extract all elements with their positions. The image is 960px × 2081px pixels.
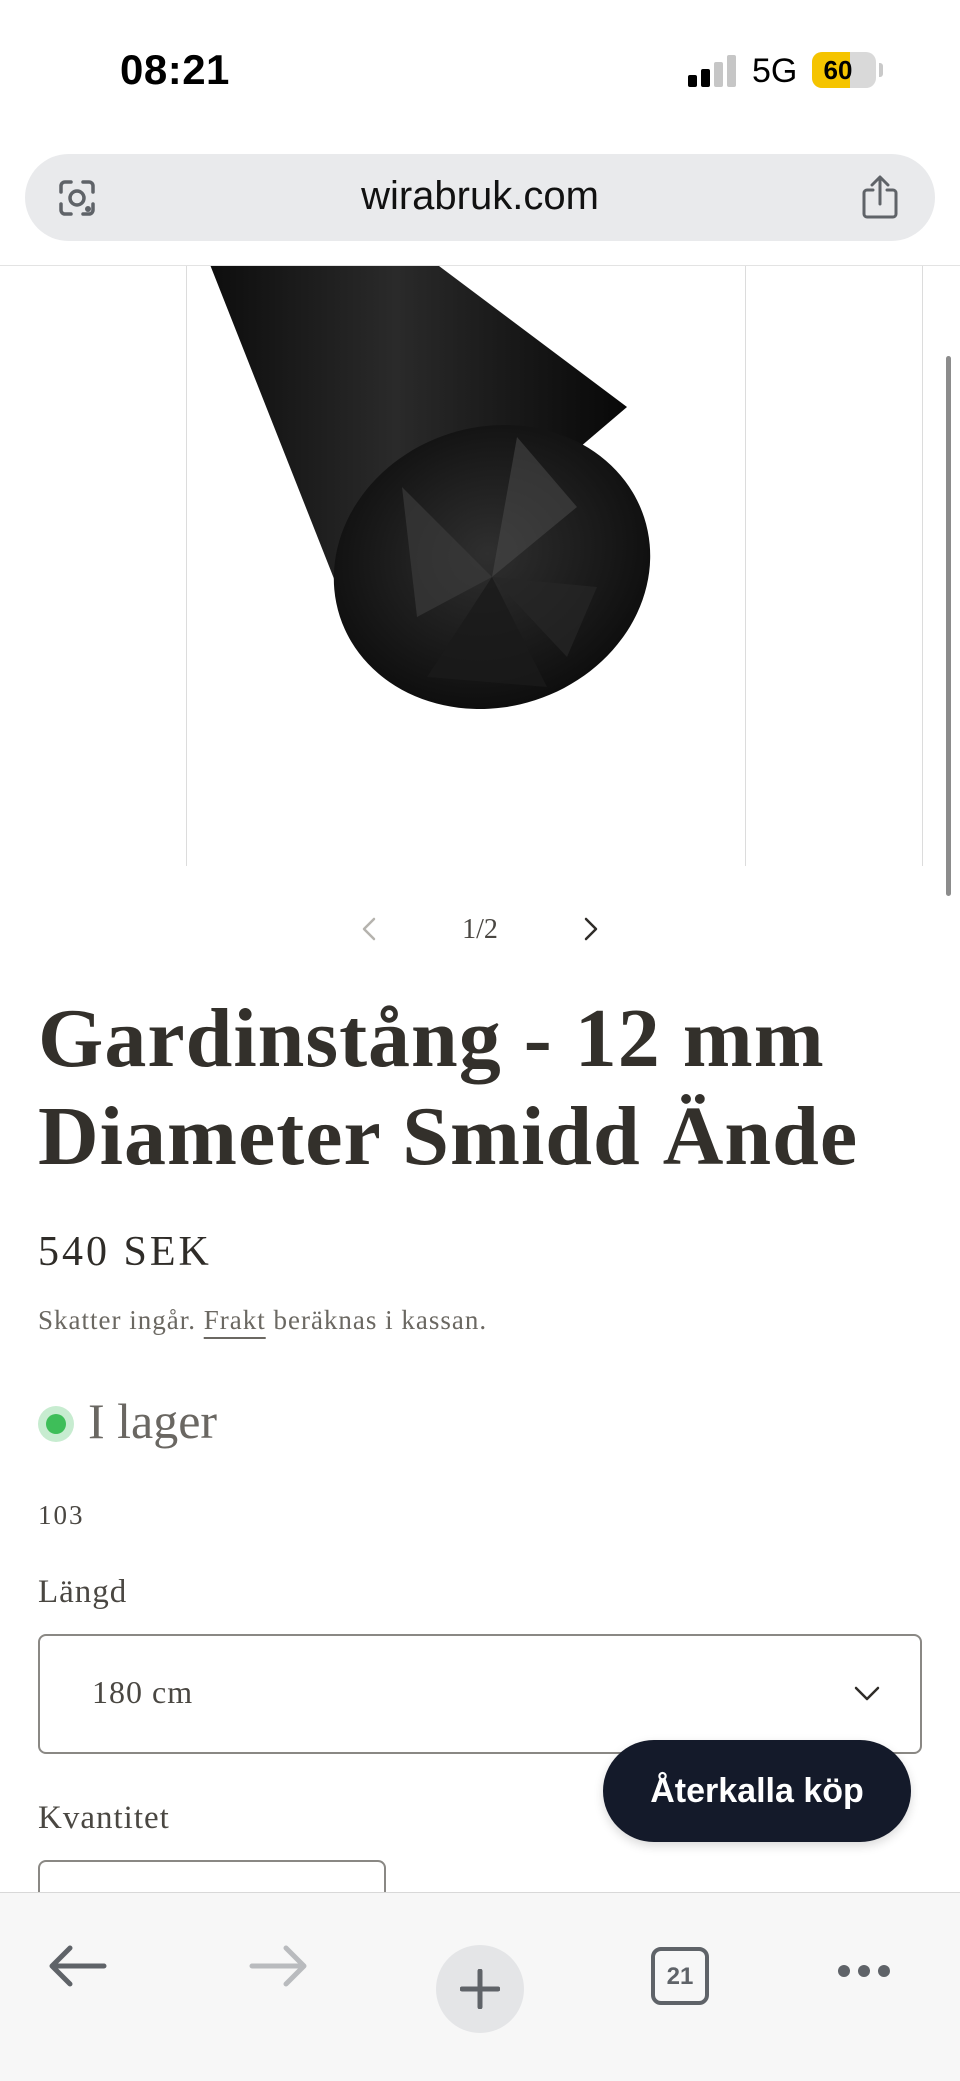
next-image-peek[interactable] — [922, 266, 960, 866]
tab-count: 21 — [666, 1963, 694, 1990]
battery-level: 60 — [823, 55, 853, 85]
product-title: Gardinstång - 12 mm Diameter Smidd Ände — [38, 992, 859, 1183]
signal-icon — [688, 55, 736, 87]
browser-toolbar: 21 — [0, 1892, 960, 2081]
product-sku: 103 — [38, 1500, 85, 1530]
slider-controls: 1/2 — [0, 900, 960, 960]
curtain-rod-image — [187, 266, 745, 866]
slide-counter: 1/2 — [462, 914, 498, 945]
battery-nub — [879, 63, 883, 77]
clock: 08:21 — [120, 46, 230, 93]
tax-note: Skatter ingår. Frakt beräknas i kassan. — [38, 1305, 487, 1336]
more-icon[interactable] — [836, 1963, 892, 1979]
scroll-indicator[interactable] — [946, 356, 951, 896]
quantity-label: Kvantitet — [38, 1800, 170, 1836]
stock-status-text: I lager — [88, 1393, 218, 1449]
back-arrow-icon[interactable] — [46, 1943, 108, 1989]
product-image[interactable] — [186, 266, 746, 866]
tax-suffix: beräknas i kassan. — [273, 1305, 488, 1335]
address-bar[interactable]: wirabruk.com — [25, 154, 935, 241]
new-tab-button[interactable] — [436, 1945, 524, 2033]
url-text[interactable]: wirabruk.com — [25, 174, 935, 219]
battery-icon: 60 — [812, 52, 876, 88]
status-bar: 08:21 5G 60 — [0, 0, 960, 140]
plus-icon — [460, 1969, 500, 2009]
shipping-link[interactable]: Frakt — [204, 1305, 266, 1335]
network-type: 5G — [752, 52, 798, 90]
stock-dot — [46, 1414, 66, 1434]
product-gallery[interactable] — [0, 266, 960, 866]
forward-arrow-icon[interactable] — [248, 1943, 310, 1989]
product-price: 540 SEK — [38, 1229, 212, 1275]
tab-switcher-icon[interactable]: 21 — [651, 1947, 709, 2005]
length-select[interactable]: 180 cm — [38, 1634, 922, 1754]
length-label: Längd — [38, 1574, 128, 1610]
share-icon[interactable] — [859, 174, 901, 220]
recall-purchase-button[interactable]: Återkalla köp — [603, 1740, 911, 1842]
chevron-right-icon[interactable] — [575, 914, 605, 944]
chevron-left-icon[interactable] — [355, 914, 385, 944]
chevron-down-icon — [854, 1686, 880, 1701]
in-stock-indicator-icon — [38, 1406, 74, 1442]
tax-prefix: Skatter ingår. — [38, 1305, 196, 1335]
length-select-value: 180 cm — [92, 1674, 194, 1710]
